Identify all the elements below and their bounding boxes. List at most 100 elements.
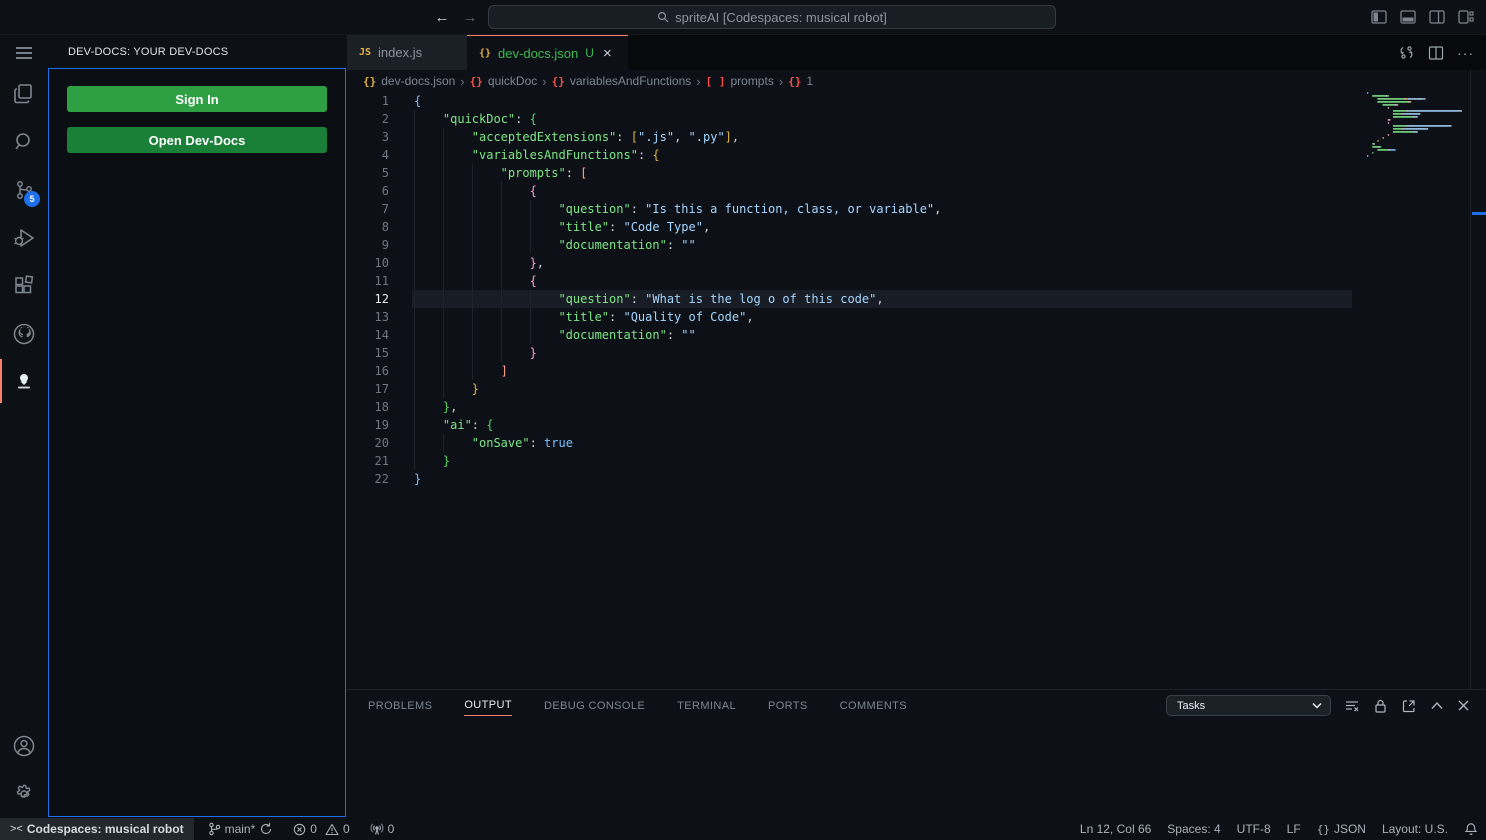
breadcrumb-separator: › bbox=[460, 74, 464, 89]
navigate-back-icon[interactable]: ← bbox=[431, 7, 453, 29]
code-line-11[interactable]: 11{ bbox=[347, 272, 1486, 290]
clear-output-icon[interactable] bbox=[1344, 698, 1360, 714]
panel-tab-ports[interactable]: PORTS bbox=[768, 696, 808, 716]
eol-indicator[interactable]: LF bbox=[1279, 818, 1309, 840]
code-line-10[interactable]: 10}, bbox=[347, 254, 1486, 272]
breadcrumb-item[interactable]: {}quickDoc bbox=[470, 74, 538, 88]
panel-tab-debug-console[interactable]: DEBUG CONSOLE bbox=[544, 696, 645, 716]
code-line-2[interactable]: 2"quickDoc": { bbox=[347, 110, 1486, 128]
line-number: 8 bbox=[347, 218, 389, 236]
indent-guide bbox=[501, 182, 530, 200]
code-line-17[interactable]: 17} bbox=[347, 380, 1486, 398]
ports-indicator[interactable]: 0 bbox=[362, 818, 403, 840]
sidebar-title: DEV-DOCS: YOUR DEV-DOCS bbox=[68, 46, 228, 58]
indent-guide bbox=[472, 290, 501, 308]
run-and-debug-icon[interactable] bbox=[12, 226, 36, 250]
overview-ruler[interactable] bbox=[1470, 70, 1486, 689]
open-changes-icon[interactable] bbox=[1398, 44, 1415, 61]
code-line-21[interactable]: 21} bbox=[347, 452, 1486, 470]
notifications-bell[interactable] bbox=[1456, 818, 1486, 840]
line-content: { bbox=[414, 272, 537, 290]
code-line-7[interactable]: 7"question": "Is this a function, class,… bbox=[347, 200, 1486, 218]
panel-tab-output[interactable]: OUTPUT bbox=[464, 695, 512, 716]
toggle-panel-icon[interactable] bbox=[1400, 9, 1416, 25]
maximize-panel-icon[interactable] bbox=[1430, 701, 1444, 710]
output-channel-select[interactable]: Tasks bbox=[1166, 695, 1331, 716]
command-center-search[interactable]: spriteAI [Codespaces: musical robot] bbox=[488, 5, 1056, 29]
breadcrumb-item[interactable]: {}1 bbox=[788, 74, 813, 88]
close-tab-icon[interactable]: × bbox=[603, 45, 612, 62]
line-content: "documentation": "" bbox=[414, 326, 696, 344]
code-line-16[interactable]: 16] bbox=[347, 362, 1486, 380]
panel-tab-comments[interactable]: COMMENTS bbox=[840, 696, 907, 716]
settings-gear-icon[interactable] bbox=[12, 782, 36, 806]
bell-icon bbox=[1464, 822, 1478, 836]
line-content: "title": "Code Type", bbox=[414, 218, 710, 236]
code-line-15[interactable]: 15} bbox=[347, 344, 1486, 362]
code-line-19[interactable]: 19"ai": { bbox=[347, 416, 1486, 434]
customize-layout-icon[interactable] bbox=[1458, 9, 1474, 25]
code-line-13[interactable]: 13"title": "Quality of Code", bbox=[347, 308, 1486, 326]
code-area[interactable]: 1{2"quickDoc": {3"acceptedExtensions": [… bbox=[347, 92, 1486, 488]
search-view-icon[interactable] bbox=[12, 130, 36, 154]
code-line-4[interactable]: 4"variablesAndFunctions": { bbox=[347, 146, 1486, 164]
tab-dev-docs-json[interactable]: {} dev-docs.json U × bbox=[467, 35, 628, 70]
sign-in-label: Sign In bbox=[175, 92, 218, 107]
explorer-icon[interactable] bbox=[12, 82, 36, 106]
breadcrumb-item[interactable]: {}variablesAndFunctions bbox=[552, 74, 692, 88]
cursor-position[interactable]: Ln 12, Col 66 bbox=[1072, 818, 1159, 840]
panel-tab-terminal[interactable]: TERMINAL bbox=[677, 696, 736, 716]
indent-guide bbox=[414, 272, 443, 290]
sign-in-button[interactable]: Sign In bbox=[67, 86, 327, 112]
open-dev-docs-button[interactable]: Open Dev-Docs bbox=[67, 127, 327, 153]
code-line-12[interactable]: 12"question": "What is the log o of this… bbox=[347, 290, 1486, 308]
code-line-1[interactable]: 1{ bbox=[347, 92, 1486, 110]
open-output-in-editor-icon[interactable] bbox=[1401, 698, 1417, 714]
more-actions-icon[interactable]: ··· bbox=[1457, 45, 1474, 61]
line-content: "title": "Quality of Code", bbox=[414, 308, 754, 326]
line-content: "documentation": "" bbox=[414, 236, 696, 254]
encoding-indicator[interactable]: UTF-8 bbox=[1229, 818, 1279, 840]
close-panel-icon[interactable] bbox=[1457, 699, 1470, 712]
dev-docs-view-icon[interactable] bbox=[12, 369, 36, 393]
remote-indicator[interactable]: >< Codespaces: musical robot bbox=[0, 818, 194, 840]
panel-tab-bar: PROBLEMS OUTPUT DEBUG CONSOLE TERMINAL PORTS… bbox=[368, 690, 907, 721]
navigate-forward-icon[interactable]: → bbox=[459, 7, 481, 29]
menu-icon[interactable] bbox=[12, 41, 36, 65]
branch-indicator[interactable]: main* bbox=[200, 818, 282, 840]
minimap[interactable] bbox=[1363, 90, 1475, 160]
tab-index-js[interactable]: JS index.js bbox=[347, 35, 467, 70]
code-line-3[interactable]: 3"acceptedExtensions": [".js", ".py"], bbox=[347, 128, 1486, 146]
tab-label: index.js bbox=[378, 45, 422, 60]
line-content: }, bbox=[414, 254, 544, 272]
toggle-sidebar-icon[interactable] bbox=[1371, 9, 1387, 25]
indent-guide bbox=[443, 308, 472, 326]
extensions-icon[interactable] bbox=[12, 274, 36, 298]
lock-icon[interactable] bbox=[1373, 698, 1388, 714]
line-number: 20 bbox=[347, 434, 389, 452]
indent-guide bbox=[472, 362, 501, 380]
breadcrumb-item[interactable]: [ ]prompts bbox=[706, 74, 774, 88]
code-line-20[interactable]: 20"onSave": true bbox=[347, 434, 1486, 452]
code-line-5[interactable]: 5"prompts": [ bbox=[347, 164, 1486, 182]
code-line-8[interactable]: 8 "title": "Code Type", bbox=[347, 218, 1486, 236]
accounts-icon[interactable] bbox=[12, 734, 36, 758]
code-line-14[interactable]: 14"documentation": "" bbox=[347, 326, 1486, 344]
breadcrumb-label: variablesAndFunctions bbox=[570, 74, 691, 88]
panel-tab-problems[interactable]: PROBLEMS bbox=[368, 696, 432, 716]
problems-indicator[interactable]: 0 0 bbox=[285, 818, 357, 840]
code-line-9[interactable]: 9"documentation": "" bbox=[347, 236, 1486, 254]
breadcrumb-label: prompts bbox=[730, 74, 773, 88]
code-line-22[interactable]: 22} bbox=[347, 470, 1486, 488]
breadcrumb-item[interactable]: {}dev-docs.json bbox=[363, 74, 455, 88]
split-editor-icon[interactable] bbox=[1428, 45, 1444, 61]
code-line-18[interactable]: 18}, bbox=[347, 398, 1486, 416]
github-icon[interactable] bbox=[12, 322, 36, 346]
keyboard-layout[interactable]: Layout: U.S. bbox=[1374, 818, 1456, 840]
line-content: }, bbox=[414, 398, 457, 416]
indentation-indicator[interactable]: Spaces: 4 bbox=[1159, 818, 1228, 840]
toggle-secondary-sidebar-icon[interactable] bbox=[1429, 9, 1445, 25]
code-line-6[interactable]: 6{ bbox=[347, 182, 1486, 200]
language-mode[interactable]: {} JSON bbox=[1309, 818, 1374, 840]
editor-group: JS index.js {} dev-docs.json U × ··· {}d… bbox=[347, 35, 1486, 818]
